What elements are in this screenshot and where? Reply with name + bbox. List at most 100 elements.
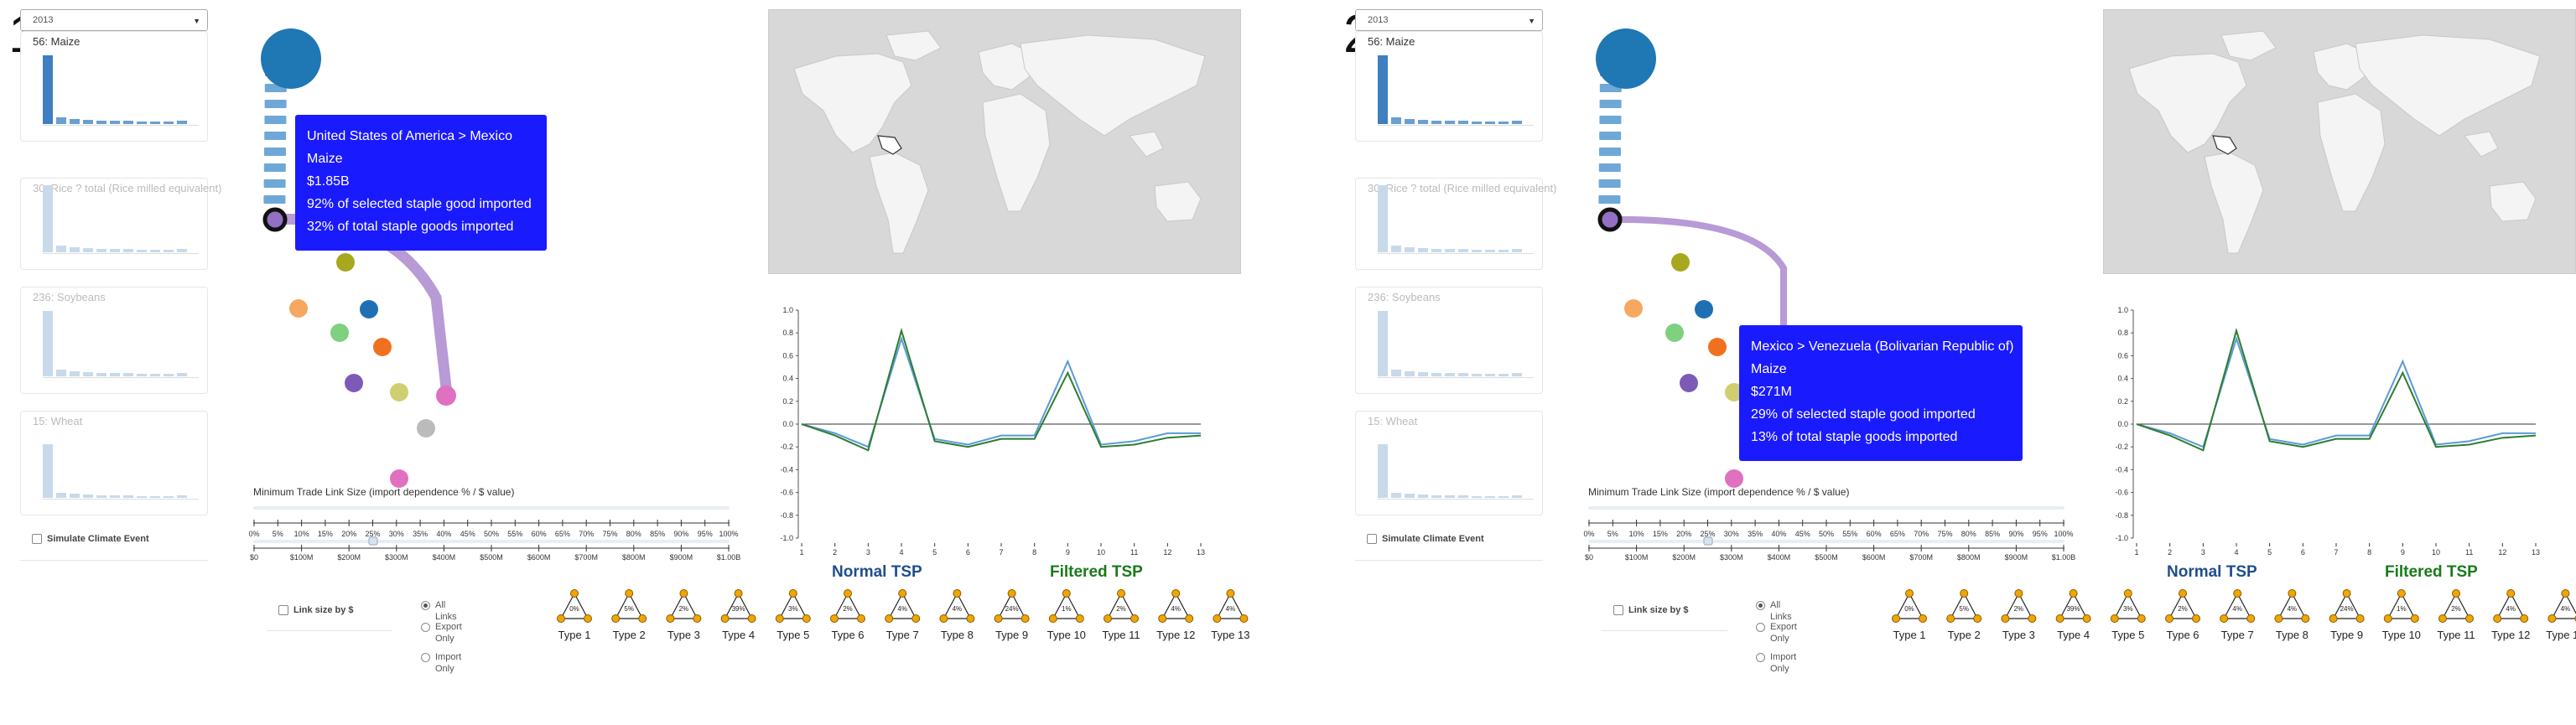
country-node[interactable] bbox=[436, 386, 456, 406]
motif-type[interactable]: 39% Type 4 bbox=[720, 589, 756, 642]
selected-country-node[interactable] bbox=[1597, 207, 1623, 232]
radio-button[interactable] bbox=[421, 623, 430, 632]
maize-node[interactable] bbox=[261, 28, 321, 89]
motif-type[interactable]: 4% Type 7 bbox=[885, 589, 921, 642]
crop-card[interactable]: 30: Rice ? total (Rice milled equivalent… bbox=[20, 178, 221, 270]
motif-type[interactable]: 2% Type 3 bbox=[2001, 589, 2037, 642]
link-filter-option[interactable]: Import Only bbox=[1756, 651, 1796, 675]
link-segment[interactable] bbox=[264, 132, 287, 140]
motif-type[interactable]: 0% Type 1 bbox=[1892, 589, 1927, 642]
country-node[interactable] bbox=[1680, 374, 1698, 392]
country-node[interactable] bbox=[1665, 324, 1684, 342]
slider-track-bottom[interactable] bbox=[253, 540, 730, 543]
country-node[interactable] bbox=[1695, 300, 1713, 318]
motif-type[interactable]: 4% Type 12 bbox=[1156, 589, 1195, 642]
crop-card[interactable]: 15: Wheat bbox=[20, 411, 208, 515]
simulate-climate-checkbox[interactable]: Simulate Climate Event bbox=[1367, 534, 1484, 544]
link-filter-option[interactable]: All Links bbox=[1756, 599, 1796, 623]
country-node[interactable] bbox=[336, 253, 355, 272]
motif-type[interactable]: 1% Type 10 bbox=[1047, 589, 1086, 642]
motif-type[interactable]: 24% Type 9 bbox=[2329, 589, 2365, 642]
crop-card[interactable]: 56: Maize bbox=[20, 31, 208, 142]
motif-type[interactable]: 39% Type 4 bbox=[2055, 589, 2091, 642]
motif-type[interactable]: 24% Type 9 bbox=[994, 589, 1030, 642]
slider-track-top[interactable] bbox=[1588, 506, 2064, 510]
selected-country-node[interactable] bbox=[262, 207, 288, 232]
crop-card[interactable]: 236: Soybeans bbox=[20, 287, 208, 394]
slider-track-top[interactable] bbox=[253, 506, 730, 510]
link-segment[interactable] bbox=[1599, 116, 1622, 124]
country-node[interactable] bbox=[390, 383, 408, 401]
link-size-checkbox[interactable]: Link size by $ bbox=[1613, 605, 1689, 615]
link-filter-option[interactable]: Import Only bbox=[421, 651, 461, 675]
motif-type[interactable]: 3% Type 5 bbox=[775, 589, 811, 642]
country-node[interactable] bbox=[1725, 469, 1743, 488]
simulate-checkbox-box[interactable] bbox=[32, 534, 42, 544]
country-node[interactable] bbox=[289, 299, 308, 318]
radio-button[interactable] bbox=[1756, 601, 1765, 610]
link-segment[interactable] bbox=[263, 179, 286, 188]
slider-handle[interactable] bbox=[1703, 536, 1713, 546]
country-node[interactable] bbox=[390, 469, 408, 488]
link-segment[interactable] bbox=[1599, 100, 1622, 108]
simulate-climate-checkbox[interactable]: Simulate Climate Event bbox=[32, 534, 149, 544]
link-filter-option[interactable]: Export Only bbox=[421, 621, 462, 645]
motif-type[interactable]: 4% Type 13 bbox=[2546, 589, 2576, 642]
link-segment[interactable] bbox=[1599, 148, 1621, 156]
motif-type[interactable]: 0% Type 1 bbox=[557, 589, 592, 642]
motif-type[interactable]: 1% Type 10 bbox=[2382, 589, 2421, 642]
link-size-checkbox-box[interactable] bbox=[278, 605, 288, 615]
crop-card[interactable]: 236: Soybeans bbox=[1355, 287, 1543, 394]
motif-type[interactable]: 2% Type 11 bbox=[2437, 589, 2475, 642]
motif-type[interactable]: 2% Type 6 bbox=[830, 589, 865, 642]
motif-type[interactable]: 2% Type 3 bbox=[666, 589, 702, 642]
link-segment[interactable] bbox=[264, 100, 287, 108]
motif-type[interactable]: 4% Type 8 bbox=[939, 589, 975, 642]
motif-type[interactable]: 5% Type 2 bbox=[1946, 589, 1982, 642]
link-size-checkbox-box[interactable] bbox=[1613, 605, 1623, 615]
link-segment[interactable] bbox=[263, 163, 286, 172]
link-segment[interactable] bbox=[1598, 195, 1621, 204]
crop-card[interactable]: 15: Wheat bbox=[1355, 411, 1543, 515]
highlighted-country[interactable] bbox=[877, 135, 902, 155]
crop-card[interactable]: 30: Rice ? total (Rice milled equivalent… bbox=[1355, 178, 1556, 270]
motif-type[interactable]: 3% Type 5 bbox=[2110, 589, 2146, 642]
link-segment[interactable] bbox=[264, 116, 287, 124]
link-segment[interactable] bbox=[264, 148, 286, 156]
link-segment[interactable] bbox=[263, 195, 286, 204]
radio-button[interactable] bbox=[1756, 623, 1765, 632]
country-node[interactable] bbox=[1671, 253, 1690, 272]
motif-type[interactable]: 2% Type 11 bbox=[1102, 589, 1140, 642]
link-filter-option[interactable]: Export Only bbox=[1756, 621, 1797, 645]
slider-track-bottom[interactable] bbox=[1588, 540, 2064, 543]
motif-type[interactable]: 4% Type 13 bbox=[1211, 589, 1250, 642]
link-segment[interactable] bbox=[1599, 132, 1622, 140]
slider-handle[interactable] bbox=[368, 536, 378, 546]
year-select[interactable]: 2013 ▼ bbox=[1355, 9, 1543, 31]
country-node[interactable] bbox=[345, 374, 363, 392]
highlighted-country[interactable] bbox=[2212, 135, 2237, 155]
country-node[interactable] bbox=[417, 419, 435, 438]
simulate-checkbox-box[interactable] bbox=[1367, 534, 1377, 544]
motif-type[interactable]: 2% Type 6 bbox=[2165, 589, 2200, 642]
year-select[interactable]: 2013 ▼ bbox=[20, 9, 208, 31]
country-node[interactable] bbox=[360, 300, 378, 318]
link-segment[interactable] bbox=[1598, 163, 1621, 172]
country-node[interactable] bbox=[330, 324, 349, 342]
motif-type[interactable]: 4% Type 12 bbox=[2491, 589, 2530, 642]
radio-button[interactable] bbox=[421, 653, 430, 662]
radio-button[interactable] bbox=[421, 601, 430, 610]
motif-type[interactable]: 4% Type 7 bbox=[2220, 589, 2256, 642]
motif-type[interactable]: 5% Type 2 bbox=[611, 589, 647, 642]
crop-card[interactable]: 56: Maize bbox=[1355, 31, 1543, 142]
world-map[interactable] bbox=[2103, 9, 2576, 274]
motif-type[interactable]: 4% Type 8 bbox=[2274, 589, 2310, 642]
country-node[interactable] bbox=[1708, 338, 1727, 356]
link-size-checkbox[interactable]: Link size by $ bbox=[278, 605, 354, 615]
country-node[interactable] bbox=[373, 338, 392, 356]
link-segment[interactable] bbox=[1598, 179, 1621, 188]
link-filter-option[interactable]: All Links bbox=[421, 599, 461, 623]
country-node[interactable] bbox=[1624, 299, 1643, 318]
radio-button[interactable] bbox=[1756, 653, 1765, 662]
world-map[interactable] bbox=[768, 9, 1241, 274]
